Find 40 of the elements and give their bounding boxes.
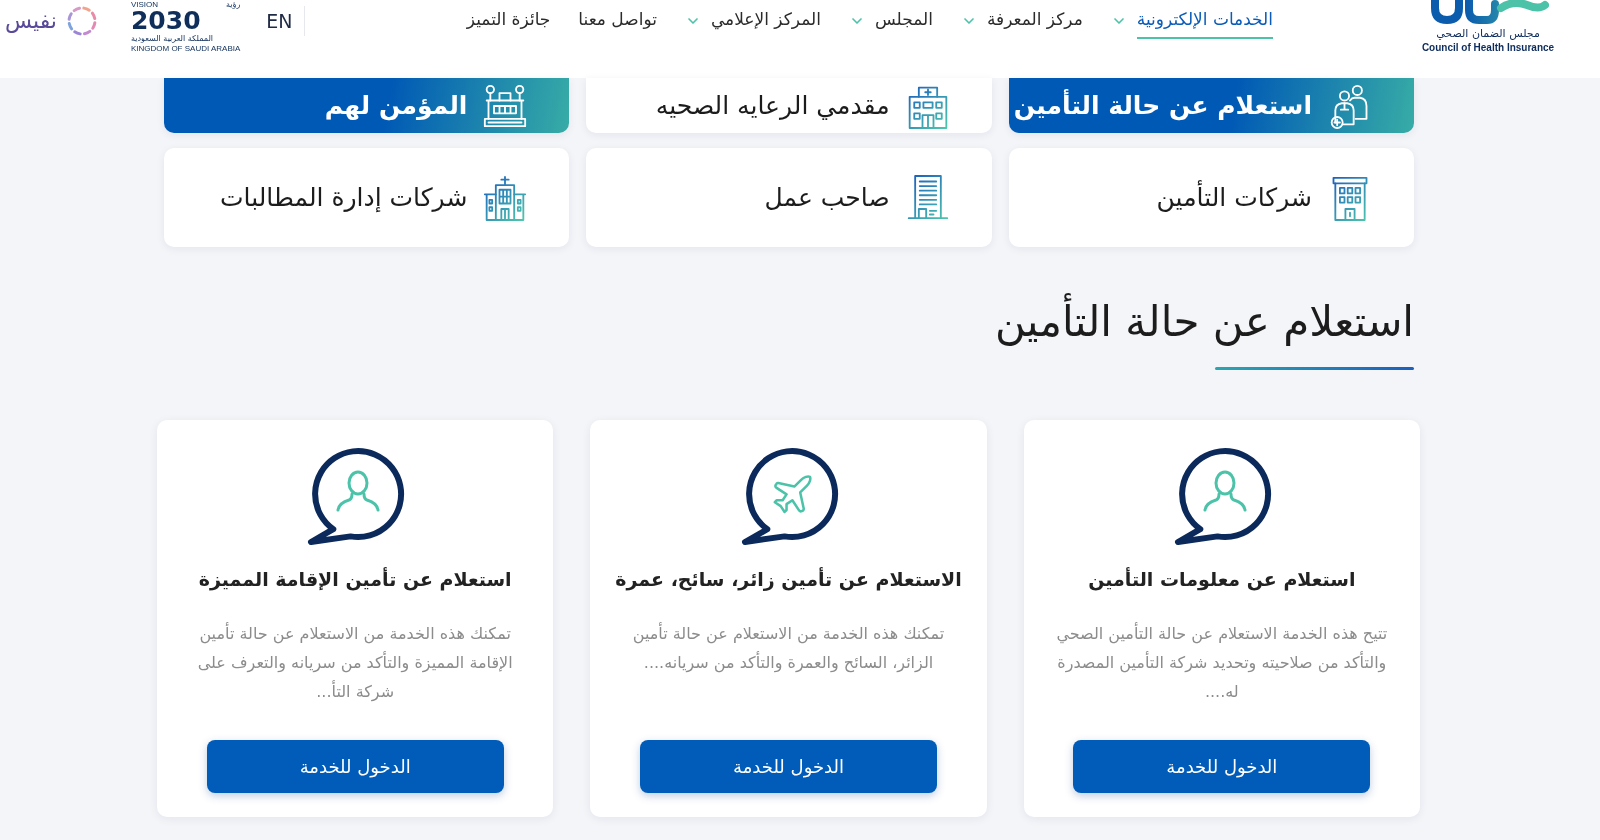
language-link[interactable]: EN (266, 9, 293, 33)
nav-menu-item[interactable]: تواصل معنا (578, 0, 657, 42)
partner-logo-name: نفيس (5, 7, 57, 35)
nav-menu-item[interactable]: الخدمات الإلكترونية (1110, 0, 1273, 42)
service-title: استعلام عن معلومات التأمين (1087, 566, 1357, 593)
nav-menu-item[interactable]: المركز الإعلامي (684, 0, 821, 42)
enter-service-button[interactable]: الدخول للخدمة (640, 740, 937, 793)
section-title: استعلام عن حالة التأمين (994, 289, 1414, 355)
category-label: مقدمي الرعايه الصحيه (655, 89, 890, 122)
category-tile[interactable]: صاحب عمل (586, 148, 992, 247)
vision-label: VISION (130, 0, 159, 9)
building-icon (905, 173, 950, 222)
logo-arabic-name: مجلس الضمان الصحي (1436, 27, 1540, 41)
category-tile[interactable]: مقدمي الرعايه الصحيه (586, 78, 992, 133)
category-tile[interactable]: شركات التأمين (1008, 148, 1414, 247)
nav-menu-item[interactable]: مركز المعرفة (960, 0, 1083, 42)
service-title: الاستعلام عن تأمين زائر، سائح، عمرة (614, 566, 963, 593)
category-tile[interactable]: شركات إدارة المطالبات (164, 148, 570, 247)
category-label: استعلام عن حالة التأمين (1013, 88, 1312, 123)
service-description: تمكنك هذه الخدمة من الاستعلام عن حالة تأمين الزائر، السائح والعمرة والتأكد من سريانه.... (631, 621, 946, 675)
category-label: شركات إدارة المطالبات (220, 181, 468, 215)
kingdom-english-name: KINGDOM OF SAUDI ARABIA (130, 44, 241, 54)
category-tile[interactable]: المؤمن لهم (164, 78, 570, 133)
enter-service-button[interactable]: الدخول للخدمة (1073, 740, 1371, 793)
category-label: صاحب عمل (764, 181, 890, 214)
category-label: المؤمن لهم (324, 89, 468, 123)
category-tile[interactable]: استعلام عن حالة التأمين (1008, 78, 1414, 133)
category-label: شركات التأمين (1156, 179, 1312, 214)
nav-menu-item[interactable]: المجلس (848, 0, 933, 42)
logo-english-name: Council of Health Insurance (1421, 41, 1555, 54)
enter-service-button[interactable]: الدخول للخدمة (206, 740, 504, 793)
buildings-icon (483, 173, 528, 222)
service-description: تتيح هذه الخدمة الاستعلام عن حالة التأمين الصحي والتأكد من صلاحيته وتحديد شركة التأمين المصدرة له.... (1055, 621, 1389, 703)
service-title: استعلام عن تأمين الإقامة المميزة (197, 566, 513, 593)
service-description: تمكنك هذه الخدمة من الاستعلام عن حالة تأمين الإقامة المميزة والتأكد من سريانه والتعرف على شركة التأ... (196, 621, 514, 704)
vision-year: 2030 (130, 9, 201, 33)
kingdom-arabic-name: المملكة العربية السعودية (130, 34, 214, 44)
chat-person-icon (305, 446, 406, 546)
nav-menu-item[interactable]: جائزة التميز (466, 0, 551, 42)
vision-arabic-label: رؤية (226, 0, 241, 9)
